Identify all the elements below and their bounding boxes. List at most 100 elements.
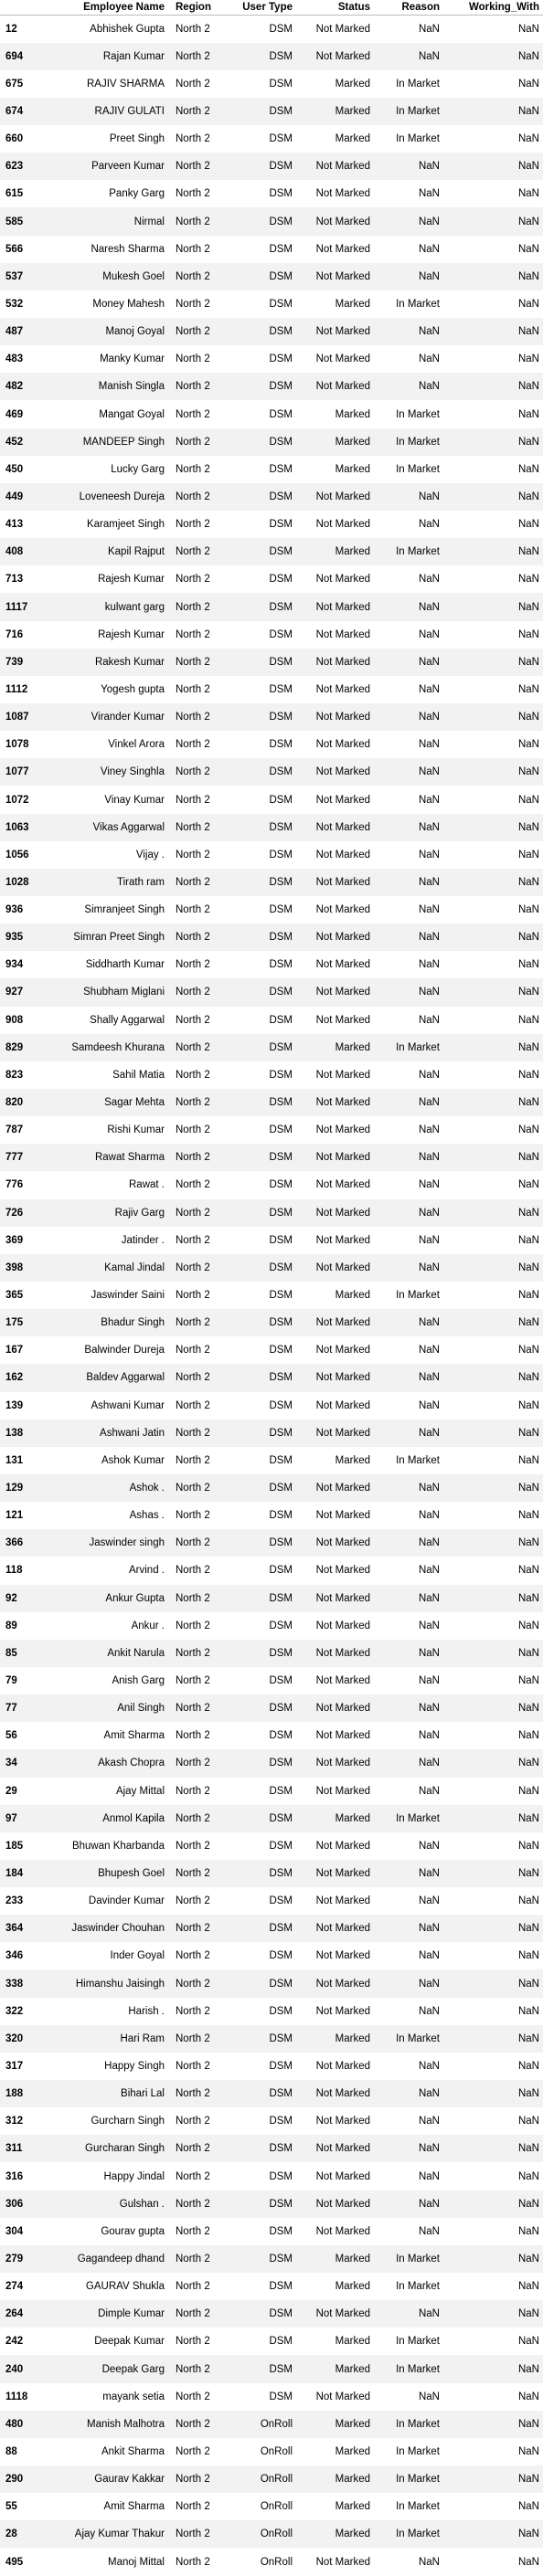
employee-name-cell: Tirath ram [117, 876, 165, 888]
working-with-cell: NaN [517, 876, 539, 888]
header-employee-name: Employee Name [48, 0, 168, 16]
user-type-cell: DSM [269, 2005, 293, 2017]
region-cell: North 2 [176, 2336, 210, 2348]
row-index: 777 [5, 1152, 24, 1164]
employee-name-cell: Money Mahesh [92, 298, 165, 310]
user-type-cell: DSM [269, 1152, 293, 1164]
region-cell: North 2 [176, 1345, 210, 1357]
reason-cell: NaN [418, 1950, 440, 1962]
working-with-cell: NaN [517, 2391, 539, 2402]
region-cell: North 2 [176, 1179, 210, 1191]
employee-name-cell: Arvind . [129, 1565, 165, 1577]
region-cell: North 2 [176, 1234, 210, 1246]
status-cell: Marked [335, 546, 370, 558]
working-with-cell: NaN [517, 2032, 539, 2044]
region-cell: North 2 [176, 987, 210, 998]
region-cell: North 2 [176, 408, 210, 420]
row-index: 623 [5, 161, 24, 173]
row-index: 726 [5, 1207, 24, 1219]
user-type-cell: DSM [269, 519, 293, 531]
reason-cell: NaN [418, 1372, 440, 1384]
table-row: 694 Rajan Kumar North 2 DSM Not Marked NaN NaN [0, 42, 543, 70]
working-with-cell: NaN [517, 2170, 539, 2182]
region-cell: North 2 [176, 1262, 210, 1273]
status-cell: Not Marked [315, 1537, 370, 1549]
region-cell: North 2 [176, 491, 210, 502]
status-cell: Not Marked [315, 849, 370, 860]
status-cell: Not Marked [315, 794, 370, 806]
region-cell: North 2 [176, 1675, 210, 1686]
reason-cell: NaN [418, 1234, 440, 1246]
reason-cell: NaN [418, 270, 440, 282]
table-row: 398 Kamal Jindal North 2 DSM Not Marked NaN Na… [0, 1253, 543, 1282]
region-cell: North 2 [176, 133, 210, 145]
user-type-cell: DSM [269, 1014, 293, 1026]
row-index: 129 [5, 1483, 24, 1494]
reason-cell: NaN [418, 50, 440, 62]
reason-cell: In Market [396, 463, 440, 475]
status-cell: Not Marked [315, 491, 370, 502]
table-row: 364 Jaswinder Chouhan North 2 DSM Not Marked… [0, 1915, 543, 1943]
employee-name-cell: Shally Aggarwal [90, 1014, 165, 1026]
status-cell: Not Marked [315, 519, 370, 531]
region-cell: North 2 [176, 2198, 210, 2210]
user-type-cell: DSM [269, 904, 293, 916]
region-cell: North 2 [176, 2170, 210, 2182]
user-type-cell: DSM [269, 1895, 293, 1907]
row-index: 935 [5, 932, 24, 944]
working-with-cell: NaN [517, 1399, 539, 1411]
user-type-cell: DSM [269, 1675, 293, 1686]
status-cell: Not Marked [315, 2143, 370, 2155]
row-index: 927 [5, 987, 24, 998]
reason-cell: NaN [418, 821, 440, 833]
status-cell: Not Marked [315, 739, 370, 751]
reason-cell: NaN [418, 188, 440, 200]
user-type-cell: DSM [269, 1124, 293, 1136]
working-with-cell: NaN [517, 959, 539, 971]
reason-cell: In Market [396, 2474, 440, 2486]
row-index: 131 [5, 1454, 24, 1466]
table-row: 823 Sahil Matia North 2 DSM Not Marked NaN NaN [0, 1061, 543, 1089]
reason-cell: In Market [396, 105, 440, 117]
region-cell: North 2 [176, 519, 210, 531]
row-index: 233 [5, 1895, 24, 1907]
status-cell: Marked [335, 2501, 370, 2513]
status-cell: Marked [335, 105, 370, 117]
working-with-cell: NaN [517, 628, 539, 640]
status-cell: Not Marked [315, 656, 370, 668]
working-with-cell: NaN [517, 2198, 539, 2210]
row-index: 92 [5, 1592, 17, 1604]
region-cell: North 2 [176, 1152, 210, 1164]
region-cell: North 2 [176, 2143, 210, 2155]
row-index: 908 [5, 1014, 24, 1026]
region-cell: North 2 [176, 2363, 210, 2375]
reason-cell: In Market [396, 1041, 440, 1053]
table-row: 121 Ashas . North 2 DSM Not Marked NaN NaN [0, 1502, 543, 1529]
user-type-cell: DSM [269, 1923, 293, 1935]
user-type-cell: DSM [269, 2225, 293, 2237]
region-cell: North 2 [176, 1483, 210, 1494]
row-index: 452 [5, 436, 24, 448]
row-index: 487 [5, 326, 24, 338]
status-cell: Not Marked [315, 1317, 370, 1329]
user-type-cell: DSM [269, 1399, 293, 1411]
region-cell: North 2 [176, 1592, 210, 1604]
status-cell: Not Marked [315, 2116, 370, 2127]
user-type-cell: DSM [269, 2198, 293, 2210]
reason-cell: NaN [418, 216, 440, 227]
region-cell: North 2 [176, 1840, 210, 1852]
user-type-cell: DSM [269, 1207, 293, 1219]
user-type-cell: DSM [269, 1510, 293, 1522]
user-type-cell: DSM [269, 436, 293, 448]
region-cell: North 2 [176, 2528, 210, 2540]
status-cell: Not Marked [315, 1785, 370, 1797]
status-cell: Not Marked [315, 821, 370, 833]
employee-name-cell: Ashwani Kumar [90, 1399, 165, 1411]
user-type-cell: DSM [269, 2088, 293, 2100]
table-row: 820 Sagar Mehta North 2 DSM Not Marked NaN NaN [0, 1088, 543, 1117]
region-cell: North 2 [176, 298, 210, 310]
row-index: 188 [5, 2088, 24, 2100]
working-with-cell: NaN [517, 354, 539, 365]
region-cell: North 2 [176, 1703, 210, 1715]
working-with-cell: NaN [517, 821, 539, 833]
